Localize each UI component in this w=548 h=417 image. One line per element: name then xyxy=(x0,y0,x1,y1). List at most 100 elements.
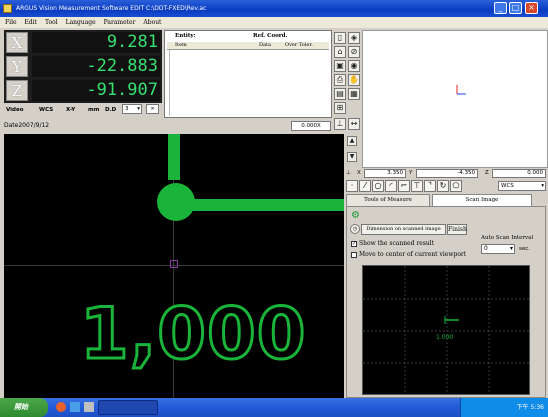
menu-parameter[interactable]: Parameter xyxy=(104,19,136,26)
wcs-select[interactable]: WCS ▾ xyxy=(498,181,546,191)
wcs-select-value: WCS xyxy=(501,183,514,189)
desktop-icon[interactable] xyxy=(84,402,94,412)
geometry-preview[interactable] xyxy=(362,30,548,168)
dd-value: 3 xyxy=(125,106,129,112)
report-icon[interactable]: ▤ xyxy=(334,88,346,100)
scroll-up-icon[interactable]: ▲ xyxy=(347,136,357,146)
print-icon[interactable]: ⎙ xyxy=(334,74,346,86)
angle-icon[interactable]: ⌐ xyxy=(398,180,410,192)
y-readout: -22.883 xyxy=(32,56,160,77)
chevron-down-icon: ▾ xyxy=(541,183,544,189)
date-text: Date2007/9/12 xyxy=(4,122,50,129)
save-icon[interactable]: ▣ xyxy=(334,60,346,72)
cursor-marker xyxy=(170,260,178,268)
hand-icon[interactable]: ✋ xyxy=(348,74,360,86)
menu-about[interactable]: About xyxy=(143,19,161,26)
menu-tool[interactable]: Tool xyxy=(45,19,58,26)
polygon-icon[interactable]: ⬠ xyxy=(450,180,462,192)
scale-number: 1,000 xyxy=(79,293,307,376)
z-axis-button[interactable]: Z xyxy=(6,80,28,101)
start-label: 開始 xyxy=(14,403,28,411)
minimize-button[interactable]: _ xyxy=(494,2,507,14)
arc-icon[interactable]: ◜ xyxy=(385,180,397,192)
taskbar: 開始 下午 5:36 xyxy=(0,398,548,417)
browser-icon[interactable] xyxy=(56,402,66,412)
menu-file[interactable]: File xyxy=(5,19,17,26)
coord-z-label: Z xyxy=(485,170,489,176)
line-icon[interactable]: ⁄ xyxy=(359,180,371,192)
entity-label: Entity: xyxy=(175,33,196,39)
compass-icon[interactable]: ⊘ xyxy=(348,46,360,58)
finish-button[interactable]: Finish xyxy=(447,224,467,235)
close-button[interactable]: × xyxy=(525,2,538,14)
start-button[interactable]: 開始 xyxy=(0,398,48,417)
ref-coord-label: Ref. Coord. xyxy=(253,33,288,39)
scan-tool-icon[interactable]: ⚙ xyxy=(351,210,371,222)
coord-z-field[interactable]: 0.000 xyxy=(492,169,546,178)
unit-button[interactable]: mm xyxy=(88,104,99,116)
col-item: Item xyxy=(175,42,187,48)
clock-icon[interactable]: ◷ xyxy=(350,224,360,234)
coord-y-label: Y xyxy=(409,170,413,176)
origin-small-icon: ⊥ xyxy=(346,170,351,176)
xy-plane-button[interactable]: X-Y xyxy=(66,104,75,116)
checkbox-empty-icon xyxy=(351,251,357,258)
interval-select[interactable]: 0 ▾ xyxy=(481,244,515,254)
dd-select[interactable]: 3 ▾ xyxy=(122,104,142,114)
feature-horizontal-bar xyxy=(190,199,344,211)
menu-bar: File Edit Tool Language Parameter About xyxy=(0,17,548,28)
dro-panel: X 9.281 Y -22.883 Z -91.907 xyxy=(4,30,162,103)
scan-grid-view[interactable]: 1.000 xyxy=(362,265,530,395)
menu-language[interactable]: Language xyxy=(66,19,96,26)
distance-icon[interactable]: ↔ xyxy=(348,118,360,130)
chevron-down-icon: ▾ xyxy=(509,245,513,252)
z-readout: -91.907 xyxy=(32,80,160,101)
camera-icon[interactable]: ◉ xyxy=(348,60,360,72)
dimension-button[interactable]: Dimension on scanned image xyxy=(361,224,446,235)
status-bar: Date2007/9/12 0.000X xyxy=(4,120,344,132)
title-bar: ARGUS Vision Measurement Software EDIT C… xyxy=(0,0,548,17)
auto-scan-label: Auto Scan Interval xyxy=(481,235,534,241)
scan-grid-value: 1.000 xyxy=(436,334,454,341)
scroll-down-icon[interactable]: ▼ xyxy=(347,152,357,162)
app-task-button[interactable] xyxy=(98,400,158,415)
system-tray: 下午 5:36 xyxy=(460,398,548,417)
camera-view[interactable]: 1,000 xyxy=(4,134,344,398)
app-icon xyxy=(3,4,12,13)
coord-y-field[interactable]: -4.350 xyxy=(416,169,478,178)
link-icon[interactable]: ∞ xyxy=(146,104,159,114)
circle-icon[interactable]: ○ xyxy=(372,180,384,192)
col-over-toler: Over Toler. xyxy=(285,42,313,48)
zoom-select[interactable]: 0.000X xyxy=(291,121,331,131)
show-result-label: Show the scanned result xyxy=(359,240,435,247)
perpendicular-icon[interactable]: ⊤ xyxy=(411,180,423,192)
corner-icon[interactable]: ⌝ xyxy=(424,180,436,192)
dd-label: D.D xyxy=(105,107,117,113)
table-header: Item Data Over Toler. xyxy=(167,42,329,50)
new-file-icon[interactable]: ▯ xyxy=(334,32,346,44)
tab-scan-image[interactable]: Scan Image xyxy=(432,194,532,206)
show-result-checkbox[interactable]: ✓ Show the scanned result xyxy=(351,240,434,248)
target-icon[interactable]: ◈ xyxy=(348,32,360,44)
point-icon[interactable]: · xyxy=(346,180,358,192)
loop-icon[interactable]: ↻ xyxy=(437,180,449,192)
maximize-button[interactable]: □ xyxy=(509,2,522,14)
coord-x-field[interactable]: 3.350 xyxy=(364,169,406,178)
x-readout: 9.281 xyxy=(32,32,160,53)
grid-icon[interactable]: ▦ xyxy=(348,88,360,100)
menu-edit[interactable]: Edit xyxy=(24,19,37,26)
tab-tools-of-measure[interactable]: Tools of Measure xyxy=(346,194,430,206)
video-button[interactable]: Video xyxy=(6,104,24,116)
checkbox-checked-icon: ✓ xyxy=(351,240,357,247)
tray-clock[interactable]: 下午 5:36 xyxy=(517,404,544,411)
video-toolbar: Video WCS X-Y mm D.D 3 ▾ ∞ xyxy=(4,104,162,116)
tab-strip: Tools of Measure Scan Image xyxy=(346,194,546,206)
move-center-checkbox[interactable]: Move to center of current viewport xyxy=(351,251,466,259)
explorer-icon[interactable] xyxy=(70,402,80,412)
measurement-table: Entity: Ref. Coord. Item Data Over Toler… xyxy=(164,30,332,118)
x-axis-button[interactable]: X xyxy=(6,32,28,53)
layout-icon[interactable]: ⊞ xyxy=(334,102,346,114)
wcs-button[interactable]: WCS xyxy=(39,104,53,116)
y-axis-button[interactable]: Y xyxy=(6,56,28,77)
open-folder-icon[interactable]: ⌂ xyxy=(334,46,346,58)
